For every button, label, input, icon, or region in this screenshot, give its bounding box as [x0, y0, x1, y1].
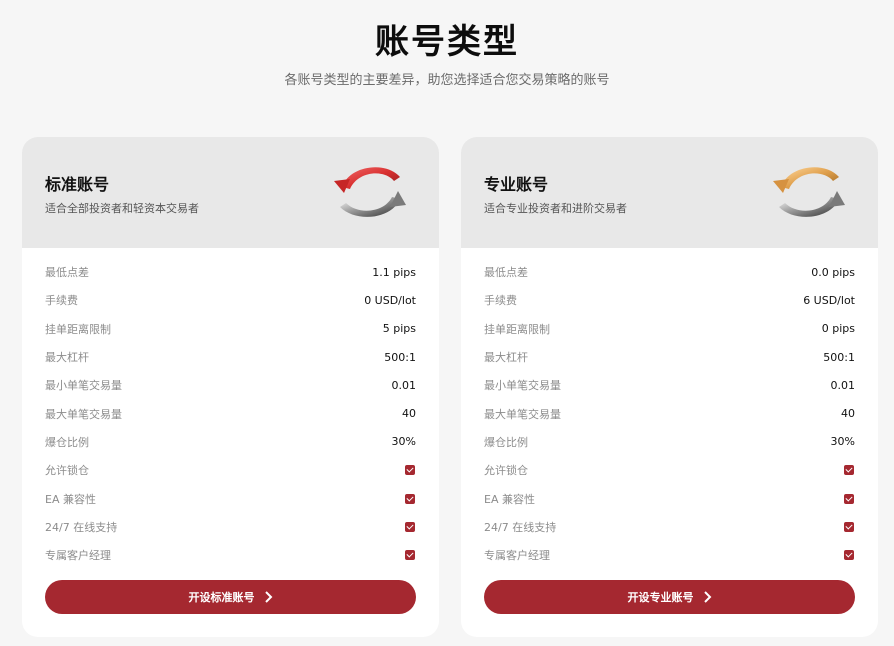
account-card-professional: 专业账号 适合专业投资者和进阶交易者 最低点差 0.0 pips 手续费 6 U… [461, 137, 878, 637]
spec-row: 挂单距离限制 0 pips [484, 315, 855, 343]
check-icon [844, 493, 854, 504]
spec-row: 手续费 0 USD/lot [45, 286, 416, 314]
card-header: 专业账号 适合专业投资者和进阶交易者 [461, 137, 878, 248]
spec-value: 5 pips [382, 322, 416, 336]
spec-row: 24/7 在线支持 [45, 513, 416, 541]
spec-label: EA 兼容性 [45, 492, 96, 506]
spec-value: 0 USD/lot [364, 293, 416, 307]
spec-value: 0.0 pips [811, 265, 855, 279]
spec-value: 500:1 [384, 350, 416, 364]
check-icon [405, 550, 415, 561]
spec-label: 最大单笔交易量 [484, 407, 561, 421]
spec-label: 最低点差 [484, 266, 528, 280]
spec-value: 6 USD/lot [803, 293, 855, 307]
spec-label: 最大单笔交易量 [45, 407, 122, 421]
card-header: 标准账号 适合全部投资者和轻资本交易者 [22, 137, 439, 248]
check-icon [844, 550, 854, 561]
spec-label: 最大杠杆 [484, 351, 528, 365]
check-icon [844, 465, 854, 476]
spec-row: 最大单笔交易量 40 [484, 399, 855, 427]
card-title: 标准账号 [45, 175, 110, 194]
spec-value: 30% [391, 435, 416, 449]
spec-row: 最大杠杆 500:1 [484, 343, 855, 371]
spec-row: 最低点差 0.0 pips [484, 258, 855, 286]
spec-value: 40 [841, 407, 855, 421]
spec-value: 0.01 [830, 378, 856, 392]
spec-label: 最大杠杆 [45, 351, 89, 365]
spec-label: 最小单笔交易量 [45, 379, 122, 393]
spec-row: 24/7 在线支持 [484, 513, 855, 541]
spec-value: 500:1 [823, 350, 855, 364]
spec-label: 手续费 [45, 294, 78, 308]
spec-value: 40 [402, 407, 416, 421]
check-icon [405, 521, 415, 532]
spec-value: 0.01 [391, 378, 417, 392]
button-label: 开设标准账号 [188, 591, 255, 604]
open-standard-account-button[interactable]: 开设标准账号 [45, 580, 416, 614]
spec-value: 1.1 pips [372, 265, 416, 279]
spec-row: 最大单笔交易量 40 [45, 399, 416, 427]
spec-label: 24/7 在线支持 [484, 520, 557, 534]
spec-row: EA 兼容性 [45, 484, 416, 512]
button-label: 开设专业账号 [627, 591, 694, 604]
check-icon [405, 493, 415, 504]
spec-label: 挂单距离限制 [45, 322, 111, 336]
spec-label: 挂单距离限制 [484, 322, 550, 336]
spec-row: 挂单距离限制 5 pips [45, 315, 416, 343]
check-icon [844, 521, 854, 532]
chevron-right-icon [703, 591, 711, 603]
open-professional-account-button[interactable]: 开设专业账号 [484, 580, 855, 614]
check-icon [405, 465, 415, 476]
spec-label: 专属客户经理 [484, 549, 550, 563]
card-description: 适合全部投资者和轻资本交易者 [45, 202, 199, 215]
page-subtitle: 各账号类型的主要差异，助您选择适合您交易策略的账号 [284, 73, 610, 88]
spec-label: 最小单笔交易量 [484, 379, 561, 393]
spec-label: 24/7 在线支持 [45, 520, 118, 534]
spec-label: 爆仓比例 [45, 435, 89, 449]
account-card-standard: 标准账号 适合全部投资者和轻资本交易者 最低点差 1.1 pips 手续费 0 … [22, 137, 439, 637]
spec-row: 最小单笔交易量 0.01 [484, 371, 855, 399]
spec-row: 最低点差 1.1 pips [45, 258, 416, 286]
card-description: 适合专业投资者和进阶交易者 [484, 202, 627, 215]
spec-row: 允许锁仓 [45, 456, 416, 484]
spec-row: 允许锁仓 [484, 456, 855, 484]
spec-row: 专属客户经理 [45, 541, 416, 569]
spec-label: 最低点差 [45, 266, 89, 280]
spec-list: 最低点差 1.1 pips 手续费 0 USD/lot 挂单距离限制 5 pips 最… [45, 258, 416, 569]
refresh-arrows-red-icon [334, 167, 406, 217]
spec-list: 最低点差 0.0 pips 手续费 6 USD/lot 挂单距离限制 0 pips 最… [484, 258, 855, 569]
spec-label: 允许锁仓 [45, 464, 89, 478]
spec-row: 手续费 6 USD/lot [484, 286, 855, 314]
page-title: 账号类型 [375, 22, 519, 62]
spec-row: 爆仓比例 30% [45, 428, 416, 456]
spec-label: 手续费 [484, 294, 517, 308]
spec-row: 最小单笔交易量 0.01 [45, 371, 416, 399]
spec-row: 爆仓比例 30% [484, 428, 855, 456]
spec-label: EA 兼容性 [484, 492, 535, 506]
spec-label: 爆仓比例 [484, 435, 528, 449]
spec-value: 30% [830, 435, 855, 449]
card-title: 专业账号 [484, 175, 549, 194]
spec-row: 最大杠杆 500:1 [45, 343, 416, 371]
refresh-arrows-gold-icon [773, 167, 845, 217]
spec-label: 允许锁仓 [484, 464, 528, 478]
spec-value: 0 pips [821, 322, 855, 336]
spec-row: EA 兼容性 [484, 484, 855, 512]
spec-label: 专属客户经理 [45, 549, 111, 563]
spec-row: 专属客户经理 [484, 541, 855, 569]
chevron-right-icon [264, 591, 272, 603]
